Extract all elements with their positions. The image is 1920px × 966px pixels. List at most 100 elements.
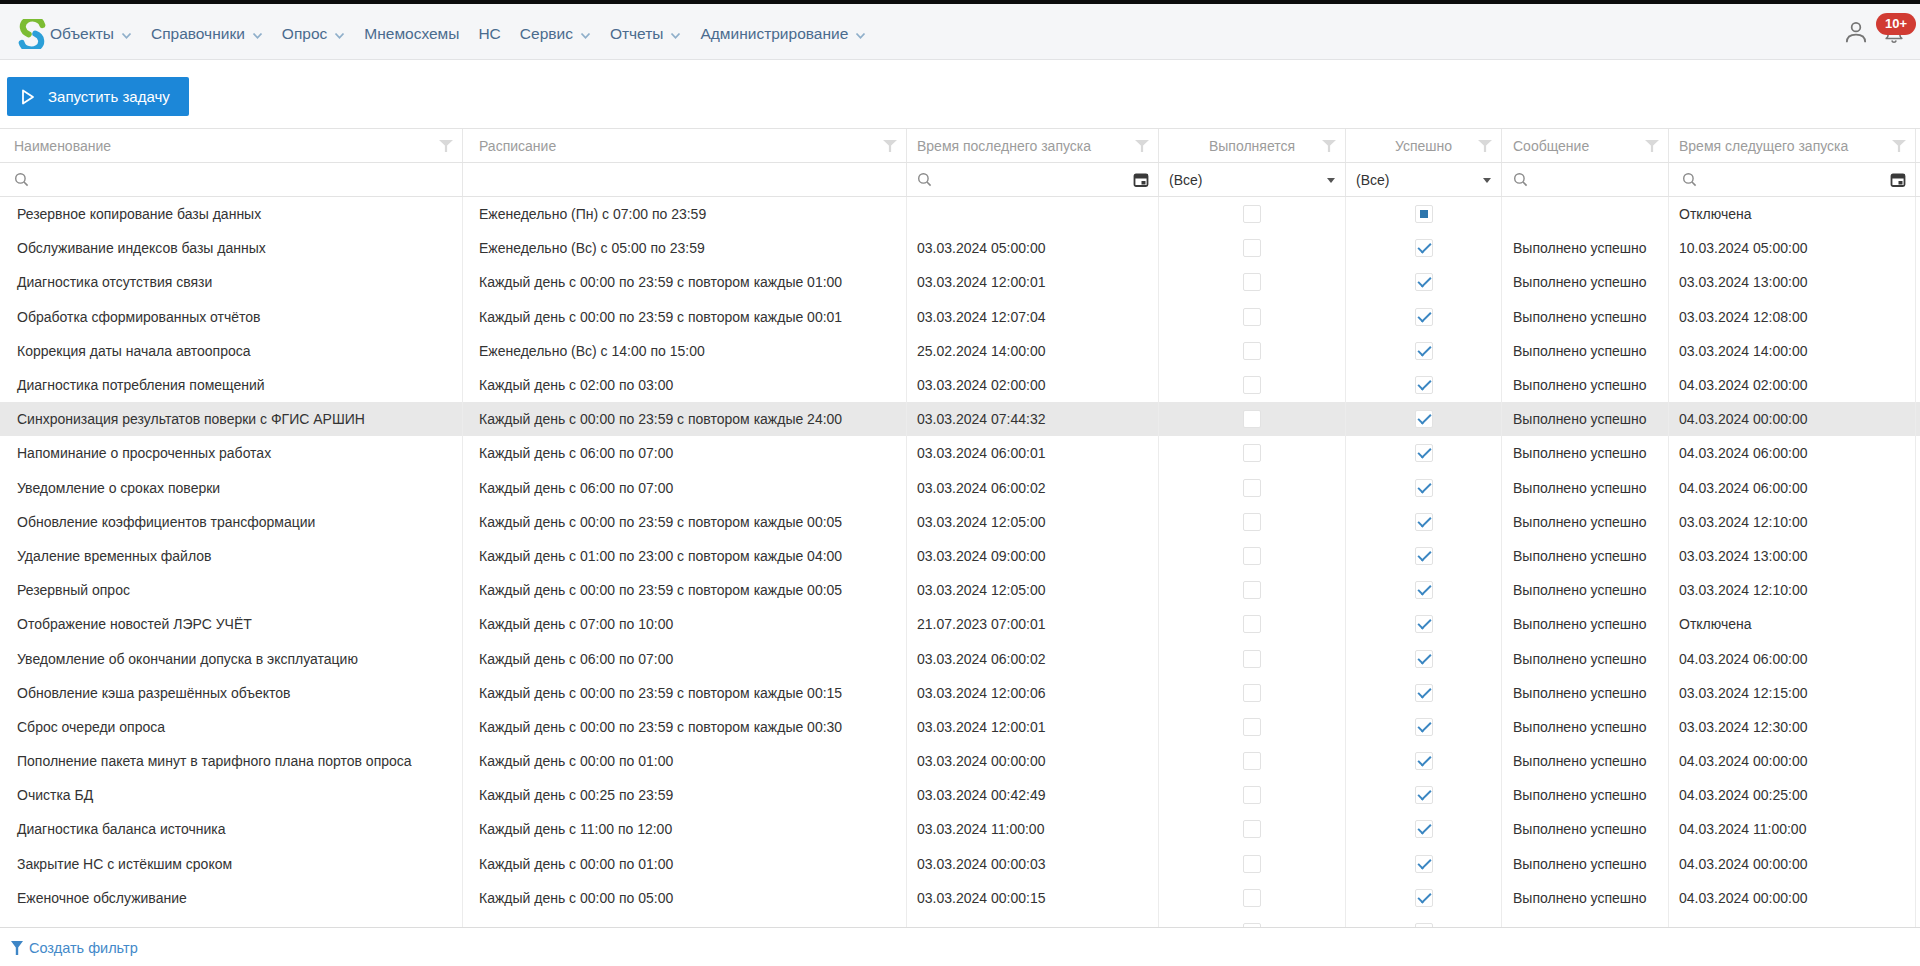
cell-filler [1916,300,1920,334]
cell-name: Еженочное обслуживание [0,881,463,915]
table-filter-row: (Все)(Все) [0,163,1920,197]
table-row[interactable]: Диагностика потребления помещенийКаждый … [0,368,1920,402]
cell-next-run: 04.03.2024 00:00:00 [1669,847,1916,881]
cell-name: Диагностика потребления помещений [0,368,463,402]
success-checkbox [1415,479,1433,497]
cell-name: Диагностика отсутствия связи [0,265,463,299]
table-row[interactable]: Обслуживание индексов базы данныхЕженеде… [0,231,1920,265]
search-icon [917,172,932,187]
cell-name: Обновление коэффициентов трансформации [0,505,463,539]
cell-filler [1916,402,1920,436]
cell-message: Выполнено успешно [1502,744,1669,778]
filter-funnel-icon[interactable] [439,140,453,152]
filter-cell-7[interactable] [1669,163,1916,196]
nav-item-5[interactable]: НС [478,25,500,43]
calendar-icon[interactable] [1890,172,1906,188]
cell-message [1502,915,1669,928]
user-icon [1843,19,1869,45]
column-header-3[interactable]: Время последнего запуска [907,129,1159,162]
table-row[interactable]: Уведомление о сроках поверкиКаждый день … [0,471,1920,505]
cell-schedule: Каждый день с 07:00 по 10:00 [463,607,907,641]
running-checkbox [1243,650,1261,668]
table-row[interactable]: Резервный опросКаждый день с 00:00 по 23… [0,573,1920,607]
column-header-1[interactable]: Наименование [0,129,463,162]
nav-item-6[interactable]: Сервис [520,25,591,43]
notifications-button[interactable]: 10+ [1876,14,1912,50]
table-row[interactable]: Диагностика отсутствия связиКаждый день … [0,265,1920,299]
table-row[interactable] [0,915,1920,928]
table-row[interactable]: Пополнение пакета минут в тарифного план… [0,744,1920,778]
cell-last-run: 03.03.2024 00:42:49 [907,778,1159,812]
cell-message: Выполнено успешно [1502,607,1669,641]
column-header-7[interactable]: Время следущего запуска [1669,129,1916,162]
filter-cell-2[interactable] [463,163,907,196]
cell-schedule: Каждый день с 06:00 по 07:00 [463,436,907,470]
table-row[interactable]: Обновление кэша разрешённых объектовКажд… [0,676,1920,710]
run-task-button[interactable]: Запустить задачу [7,77,189,116]
filter-icon [11,941,23,955]
filter-funnel-icon[interactable] [883,140,897,152]
calendar-icon[interactable] [1133,172,1149,188]
success-checkbox [1415,444,1433,462]
filter-funnel-icon[interactable] [1135,140,1149,152]
filter-cell-1[interactable] [0,163,463,196]
table-row[interactable]: Уведомление об окончании допуска в экспл… [0,641,1920,675]
nav-item-7[interactable]: Отчеты [610,25,682,43]
chevron-down-icon [670,32,681,40]
nav-item-2[interactable]: Справочники [151,25,263,43]
table-row[interactable]: Удаление временных файловКаждый день с 0… [0,539,1920,573]
create-filter-link[interactable]: Создать фильтр [11,940,138,956]
cell-schedule: Каждый день с 02:00 по 03:00 [463,368,907,402]
cell-next-run: 03.03.2024 13:00:00 [1669,265,1916,299]
cell-running [1159,812,1346,846]
nav-item-3[interactable]: Опрос [282,25,345,43]
column-header-4[interactable]: Выполняется [1159,129,1346,162]
column-header-5[interactable]: Успешно [1346,129,1502,162]
dropdown-arrow-icon[interactable] [1327,178,1335,183]
table-row[interactable]: Обновление коэффициентов трансформацииКа… [0,505,1920,539]
filter-funnel-icon[interactable] [1892,140,1906,152]
cell-running [1159,847,1346,881]
filter-cell-3[interactable] [907,163,1159,196]
table-row[interactable]: Очистка БДКаждый день с 00:25 по 23:5903… [0,778,1920,812]
running-checkbox [1243,479,1261,497]
nav-item-label: Опрос [282,25,327,43]
nav-item-1[interactable]: Объекты [50,25,132,43]
table-row[interactable]: Еженочное обслуживаниеКаждый день с 00:0… [0,881,1920,915]
nav-item-4[interactable]: Мнемосхемы [364,25,459,43]
running-checkbox [1243,684,1261,702]
filter-funnel-icon[interactable] [1645,140,1659,152]
table-row[interactable]: Отображение новостей ЛЭРС УЧЁТКаждый ден… [0,607,1920,641]
filter-funnel-icon[interactable] [1478,140,1492,152]
table-row[interactable]: Коррекция даты начала автоопросаЕженедел… [0,334,1920,368]
cell-message: Выполнено успешно [1502,265,1669,299]
table-row[interactable]: Синхронизация результатов поверки с ФГИС… [0,402,1920,436]
table-row[interactable]: Обработка сформированных отчётовКаждый д… [0,300,1920,334]
cell-running [1159,881,1346,915]
filter-cell-6[interactable] [1502,163,1669,196]
cell-success [1346,471,1502,505]
nav-item-8[interactable]: Администрирование [700,25,866,43]
cell-schedule: Еженедельно (Вс) с 05:00 по 23:59 [463,231,907,265]
cell-message: Выполнено успешно [1502,402,1669,436]
cell-name: Обработка сформированных отчётов [0,300,463,334]
dropdown-arrow-icon[interactable] [1483,178,1491,183]
cell-message: Выполнено успешно [1502,881,1669,915]
running-checkbox [1243,444,1261,462]
filter-funnel-icon[interactable] [1322,140,1336,152]
cell-next-run: 03.03.2024 12:15:00 [1669,676,1916,710]
table-row[interactable]: Закрытие НС с истёкшим срокомКаждый день… [0,847,1920,881]
column-header-6[interactable]: Сообщение [1502,129,1669,162]
table-row[interactable]: Резервное копирование базы данныхЕженеде… [0,197,1920,231]
cell-success [1346,300,1502,334]
success-checkbox [1415,547,1433,565]
table-row[interactable]: Напоминание о просроченных работахКаждый… [0,436,1920,470]
table-row[interactable]: Диагностика баланса источникаКаждый день… [0,812,1920,846]
filter-cell-5[interactable]: (Все) [1346,163,1502,196]
table-row[interactable]: Сброс очереди опросаКаждый день с 00:00 … [0,710,1920,744]
running-checkbox [1243,308,1261,326]
filter-cell-4[interactable]: (Все) [1159,163,1346,196]
user-button[interactable] [1838,14,1874,50]
column-header-2[interactable]: Расписание [463,129,907,162]
cell-last-run [907,915,1159,928]
